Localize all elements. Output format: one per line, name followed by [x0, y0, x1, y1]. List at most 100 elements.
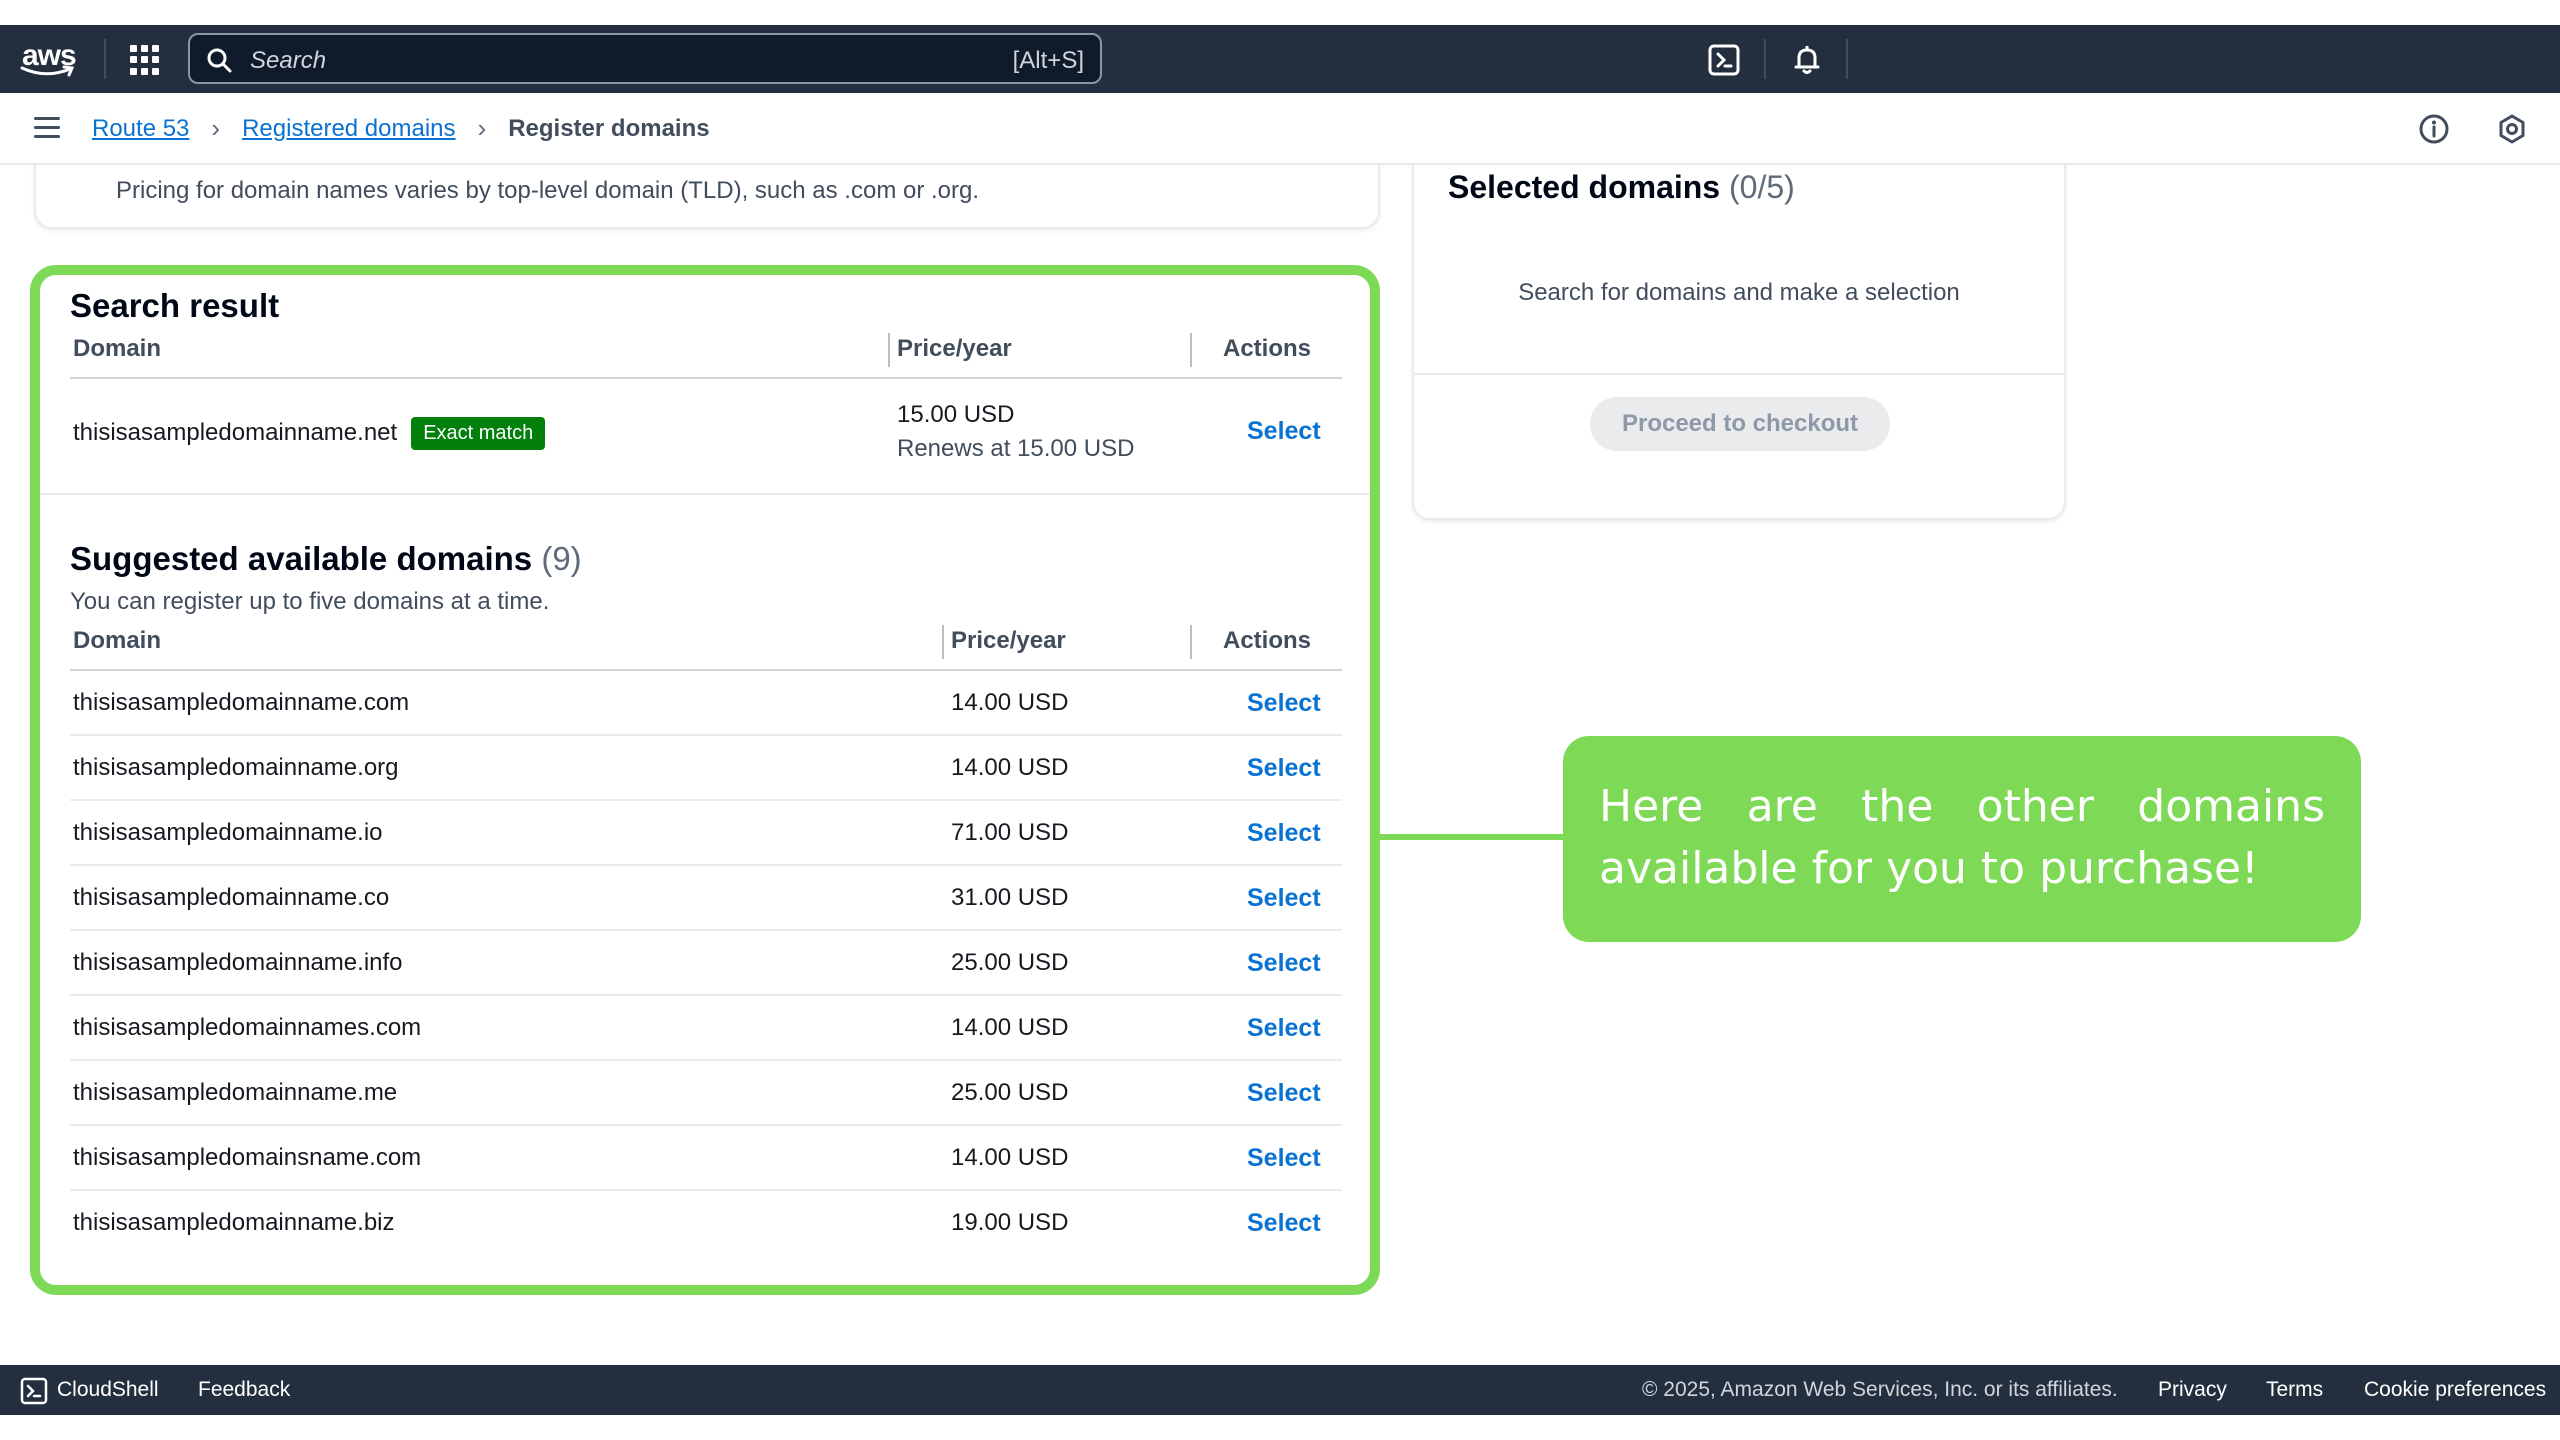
col-price: Price/year: [897, 335, 1012, 362]
pricing-text: Pricing for domain names varies by top-l…: [116, 177, 980, 204]
table-row: thisisasampledomainname.io 71.00 USD Sel…: [70, 801, 1342, 866]
breadcrumb-route53[interactable]: Route 53: [92, 115, 189, 143]
select-link[interactable]: Select: [1247, 417, 1321, 446]
tutorial-callout: Here are the other domains available for…: [1563, 736, 2361, 942]
col-actions: Actions: [1223, 627, 1312, 654]
breadcrumb-bar: Route 53 › Registered domains › Register…: [0, 93, 2560, 165]
cloudshell-icon[interactable]: [1707, 43, 1741, 77]
global-nav: aws Search [Alt+S]: [0, 25, 2560, 93]
select-link[interactable]: Select: [1247, 949, 1321, 978]
chevron-right-icon: ›: [211, 113, 221, 143]
search-shortcut: [Alt+S]: [1012, 47, 1084, 74]
cloudshell-icon[interactable]: [20, 1377, 48, 1405]
table-row: thisisasampledomainname.org 14.00 USD Se…: [70, 736, 1342, 801]
terms-link[interactable]: Terms: [2266, 1378, 2323, 1402]
search-result-title: Search result: [70, 287, 280, 324]
main-content: Pricing for domain names varies by top-l…: [0, 165, 2560, 1365]
domain-price: 19.00 USD: [951, 1209, 1069, 1236]
col-actions: Actions: [1223, 335, 1312, 362]
table-row: thisisasampledomainsname.com 14.00 USD S…: [70, 1126, 1342, 1191]
domain-name: thisisasampledomainname.net: [73, 418, 398, 446]
selected-empty-text: Search for domains and make a selection: [1518, 279, 1960, 306]
column-divider: [942, 625, 944, 659]
section-divider: [40, 493, 1370, 495]
console-footer: CloudShell Feedback © 2025, Amazon Web S…: [0, 1365, 2560, 1415]
domain-name: thisisasampledomainname.biz: [73, 1209, 395, 1236]
domain-price: 14.00 USD: [951, 1014, 1069, 1041]
exact-match-row: thisisasampledomainname.net Exact match 1…: [70, 381, 1342, 489]
domain-name: thisisasampledomainname.org: [73, 754, 399, 781]
domain-name: thisisasampledomainname.co: [73, 884, 390, 911]
aws-logo[interactable]: aws: [20, 37, 78, 81]
table-row: thisisasampledomainname.biz 19.00 USD Se…: [70, 1191, 1342, 1256]
pricing-info-card: Pricing for domain names varies by top-l…: [34, 165, 1380, 229]
nav-divider: [1846, 39, 1848, 79]
domain-name: thisisasampledomainname.com: [73, 689, 410, 716]
domain-price: 25.00 USD: [951, 1079, 1069, 1106]
select-link[interactable]: Select: [1247, 1209, 1321, 1238]
callout-text: Here are the other domains available for…: [1599, 781, 2325, 894]
col-domain: Domain: [73, 335, 162, 362]
column-divider: [1190, 333, 1192, 367]
selected-domains-heading: Selected domains: [1448, 169, 1721, 205]
search-placeholder: Search: [250, 47, 327, 74]
exact-match-renews: Renews at 15.00 USD: [897, 435, 1135, 462]
col-domain: Domain: [73, 627, 162, 654]
copyright-text: © 2025, Amazon Web Services, Inc. or its…: [1642, 1378, 2118, 1401]
select-link[interactable]: Select: [1247, 819, 1321, 848]
select-link[interactable]: Select: [1247, 884, 1321, 913]
selected-domains-count: (0/5): [1728, 169, 1795, 205]
domain-name: thisisasampledomainname.me: [73, 1079, 398, 1106]
table-row: thisisasampledomainnames.com 14.00 USD S…: [70, 996, 1342, 1061]
bottom-strip: [0, 1415, 2560, 1440]
suggested-subtitle: You can register up to five domains at a…: [70, 588, 550, 615]
select-link[interactable]: Select: [1247, 689, 1321, 718]
domain-price: 71.00 USD: [951, 819, 1069, 846]
selected-domains-title: Selected domains (0/5): [1448, 169, 1795, 206]
domain-name: thisisasampledomainsname.com: [73, 1144, 422, 1171]
suggested-title: Suggested available domains (9): [70, 540, 582, 578]
exact-match-badge: Exact match: [411, 417, 546, 450]
select-link[interactable]: Select: [1247, 1079, 1321, 1108]
breadcrumb-registered-domains[interactable]: Registered domains: [242, 115, 455, 143]
select-link[interactable]: Select: [1247, 1144, 1321, 1173]
domain-name: thisisasampledomainname.io: [73, 819, 383, 846]
services-grid-icon[interactable]: [130, 45, 160, 75]
select-link[interactable]: Select: [1247, 754, 1321, 783]
search-input[interactable]: Search [Alt+S]: [188, 33, 1102, 84]
domain-price: 14.00 USD: [951, 689, 1069, 716]
column-divider: [1190, 625, 1192, 659]
domain-price: 14.00 USD: [951, 754, 1069, 781]
breadcrumb-current: Register domains: [508, 114, 710, 142]
proceed-to-checkout-button[interactable]: Proceed to checkout: [1590, 397, 1890, 451]
domain-price: 25.00 USD: [951, 949, 1069, 976]
column-divider: [888, 333, 890, 367]
exact-match-domain: thisisasampledomainname.net Exact match: [73, 417, 546, 450]
suggested-heading: Suggested available domains: [70, 540, 533, 577]
table-row: thisisasampledomainname.co 31.00 USD Sel…: [70, 866, 1342, 931]
cloudshell-link[interactable]: CloudShell: [57, 1378, 159, 1402]
feedback-link[interactable]: Feedback: [198, 1378, 290, 1402]
cookie-preferences-link[interactable]: Cookie preferences: [2364, 1378, 2546, 1402]
select-link[interactable]: Select: [1247, 1014, 1321, 1043]
settings-icon[interactable]: [2496, 113, 2528, 145]
suggested-table-header: Domain Price/year Actions: [70, 615, 1342, 671]
suggested-count: (9): [541, 540, 582, 577]
top-strip: [0, 0, 2560, 25]
divider: [1414, 373, 2064, 375]
table-row: thisisasampledomainname.com 14.00 USD Se…: [70, 671, 1342, 736]
nav-divider: [104, 39, 106, 79]
bell-icon[interactable]: [1790, 43, 1824, 77]
privacy-link[interactable]: Privacy: [2158, 1378, 2227, 1402]
aws-smile-icon: [20, 65, 75, 77]
callout-connector: [1380, 834, 1564, 840]
chevron-right-icon: ›: [477, 113, 487, 143]
table-row: thisisasampledomainname.me 25.00 USD Sel…: [70, 1061, 1342, 1126]
search-icon: [207, 48, 232, 73]
info-icon[interactable]: [2418, 113, 2450, 145]
domain-price: 31.00 USD: [951, 884, 1069, 911]
menu-icon[interactable]: [34, 117, 60, 139]
domain-name: thisisasampledomainname.info: [73, 949, 403, 976]
table-row: thisisasampledomainname.info 25.00 USD S…: [70, 931, 1342, 996]
selected-domains-card: Selected domains (0/5) Search for domain…: [1412, 165, 2066, 520]
